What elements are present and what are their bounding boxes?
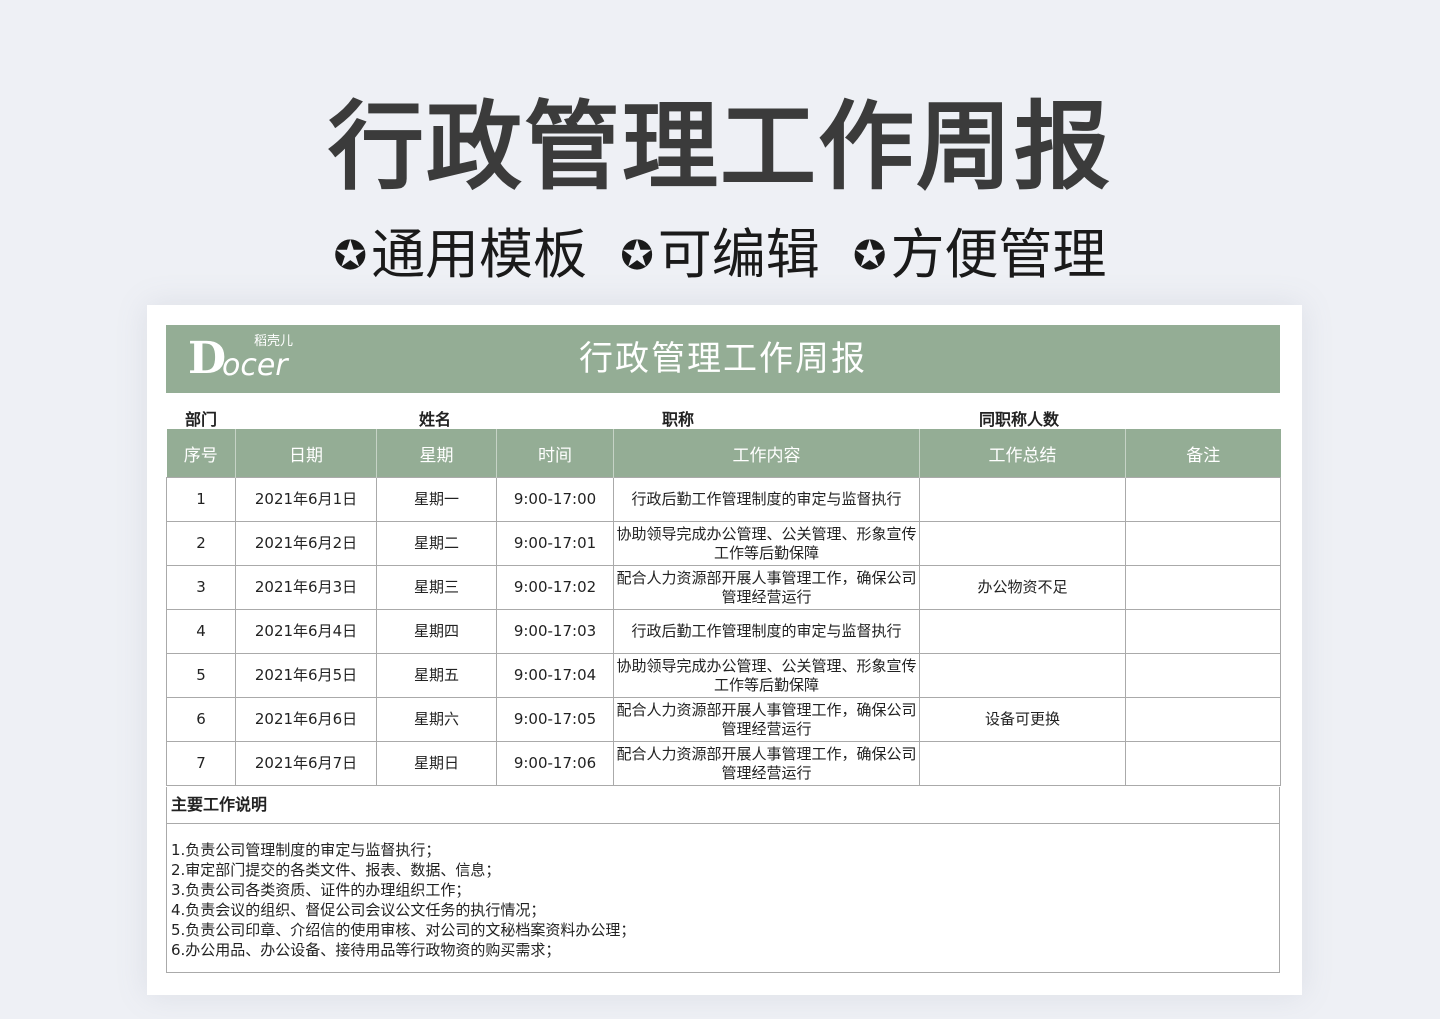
table-row: 6 2021年6月6日 星期六 9:00-17:05 配合人力资源部开展人事管理… [166, 697, 1281, 742]
sheet-title: 行政管理工作周报 [579, 339, 867, 379]
cell-no[interactable]: 7 [166, 741, 236, 786]
notes-item: 6.办公用品、办公设备、接待用品等行政物资的购买需求； [171, 941, 561, 959]
notes-list[interactable]: 1.负责公司管理制度的审定与监督执行； 2.审定部门提交的各类文件、报表、数据、… [167, 824, 1279, 960]
cell-content[interactable]: 配合人力资源部开展人事管理工作，确保公司管理经营运行 [613, 565, 920, 610]
cell-content[interactable]: 协助领导完成办公管理、公关管理、形象宣传工作等后勤保障 [613, 653, 920, 698]
cell-remark[interactable] [1125, 609, 1281, 654]
cell-content[interactable]: 配合人力资源部开展人事管理工作，确保公司管理经营运行 [613, 697, 920, 742]
notes-item: 5.负责公司印章、介绍信的使用审核、对公司的文秘档案资料办公理； [171, 921, 636, 939]
cell-content[interactable]: 协助领导完成办公管理、公关管理、形象宣传工作等后勤保障 [613, 521, 920, 566]
cell-no[interactable]: 1 [166, 477, 236, 522]
star-icon: ✪ [333, 233, 368, 279]
cell-no[interactable]: 3 [166, 565, 236, 610]
cell-time[interactable]: 9:00-17:05 [496, 697, 614, 742]
cell-time[interactable]: 9:00-17:04 [496, 653, 614, 698]
cell-no[interactable]: 4 [166, 609, 236, 654]
cell-weekday[interactable]: 星期二 [376, 521, 497, 566]
notes-item: 3.负责公司各类资质、证件的办理组织工作； [171, 881, 471, 899]
cell-date[interactable]: 2021年6月1日 [235, 477, 377, 522]
cell-date[interactable]: 2021年6月2日 [235, 521, 377, 566]
col-header: 工作内容 [613, 429, 920, 478]
col-header: 序号 [166, 429, 236, 478]
cell-weekday[interactable]: 星期一 [376, 477, 497, 522]
feature-label: 方便管理 [890, 223, 1107, 286]
cell-weekday[interactable]: 星期四 [376, 609, 497, 654]
cell-remark[interactable] [1125, 521, 1281, 566]
meta-dept-label: 部门 [185, 410, 218, 429]
cell-date[interactable]: 2021年6月5日 [235, 653, 377, 698]
meta-count-label: 同职称人数 [979, 410, 1060, 429]
notes-item: 2.审定部门提交的各类文件、报表、数据、信息； [171, 861, 501, 879]
cell-weekday[interactable]: 星期日 [376, 741, 497, 786]
col-header: 时间 [496, 429, 614, 478]
meta-position-label: 职称 [662, 410, 695, 429]
cell-remark[interactable] [1125, 477, 1281, 522]
cell-time[interactable]: 9:00-17:06 [496, 741, 614, 786]
notes-heading: 主要工作说明 [167, 787, 1279, 824]
cell-date[interactable]: 2021年6月4日 [235, 609, 377, 654]
feature-label: 通用模板 [371, 223, 588, 286]
cell-content[interactable]: 配合人力资源部开展人事管理工作，确保公司管理经营运行 [613, 741, 920, 786]
notes-item: 1.负责公司管理制度的审定与监督执行； [171, 841, 441, 859]
notes-item: 4.负责会议的组织、督促公司会议公文任务的执行情况； [171, 901, 546, 919]
col-header: 备注 [1125, 429, 1281, 478]
table-row: 7 2021年6月7日 星期日 9:00-17:06 配合人力资源部开展人事管理… [166, 741, 1281, 786]
work-notes: 主要工作说明 1.负责公司管理制度的审定与监督执行； 2.审定部门提交的各类文件… [166, 787, 1280, 973]
star-icon: ✪ [620, 233, 654, 279]
table-header-row: 序号 日期 星期 时间 工作内容 工作总结 备注 [166, 429, 1281, 478]
sheet-banner: D ocer 稻壳儿 行政管理工作周报 [166, 325, 1280, 393]
cell-time[interactable]: 9:00-17:01 [496, 521, 614, 566]
spreadsheet-preview: D ocer 稻壳儿 行政管理工作周报 部门 姓名 职称 同职称人数 序号 日期… [147, 305, 1302, 995]
star-icon: ✪ [852, 233, 887, 279]
feature-item: ✪方便管理 [853, 222, 1107, 289]
table-row: 2 2021年6月2日 星期二 9:00-17:01 协助领导完成办公管理、公关… [166, 521, 1281, 566]
table-row: 3 2021年6月3日 星期三 9:00-17:02 配合人力资源部开展人事管理… [166, 565, 1281, 610]
cell-time[interactable]: 9:00-17:00 [496, 477, 614, 522]
col-header: 日期 [235, 429, 377, 478]
cell-date[interactable]: 2021年6月6日 [235, 697, 377, 742]
feature-item: ✪通用模板 [334, 222, 588, 289]
col-header: 工作总结 [919, 429, 1126, 478]
table-row: 1 2021年6月1日 星期一 9:00-17:00 行政后勤工作管理制度的审定… [166, 477, 1281, 522]
cell-remark[interactable] [1125, 653, 1281, 698]
cell-summary[interactable] [919, 521, 1126, 566]
cell-summary[interactable] [919, 741, 1126, 786]
cell-content[interactable]: 行政后勤工作管理制度的审定与监督执行 [613, 477, 920, 522]
cell-date[interactable]: 2021年6月3日 [235, 565, 377, 610]
cell-summary[interactable]: 办公物资不足 [919, 565, 1126, 610]
cell-weekday[interactable]: 星期五 [376, 653, 497, 698]
feature-list: ✪通用模板 ✪可编辑 ✪方便管理 [0, 222, 1440, 289]
cell-weekday[interactable]: 星期三 [376, 565, 497, 610]
hero-title: 行政管理工作周报 [328, 91, 1112, 203]
feature-item: ✪可编辑 [620, 222, 820, 289]
cell-summary[interactable] [919, 609, 1126, 654]
cell-summary[interactable]: 设备可更换 [919, 697, 1126, 742]
cell-remark[interactable] [1125, 565, 1281, 610]
table-row: 4 2021年6月4日 星期四 9:00-17:03 行政后勤工作管理制度的审定… [166, 609, 1281, 654]
cell-no[interactable]: 2 [166, 521, 236, 566]
cell-no[interactable]: 5 [166, 653, 236, 698]
cell-time[interactable]: 9:00-17:02 [496, 565, 614, 610]
cell-summary[interactable] [919, 477, 1126, 522]
cell-date[interactable]: 2021年6月7日 [235, 741, 377, 786]
cell-time[interactable]: 9:00-17:03 [496, 609, 614, 654]
cell-remark[interactable] [1125, 697, 1281, 742]
cell-weekday[interactable]: 星期六 [376, 697, 497, 742]
table-row: 5 2021年6月5日 星期五 9:00-17:04 协助领导完成办公管理、公关… [166, 653, 1281, 698]
feature-label: 可编辑 [657, 223, 820, 286]
col-header: 星期 [376, 429, 497, 478]
cell-content[interactable]: 行政后勤工作管理制度的审定与监督执行 [613, 609, 920, 654]
weekly-table: 序号 日期 星期 时间 工作内容 工作总结 备注 1 2021年6月1日 星期一… [166, 429, 1281, 786]
meta-name-label: 姓名 [419, 410, 452, 429]
cell-summary[interactable] [919, 653, 1126, 698]
cell-no[interactable]: 6 [166, 697, 236, 742]
cell-remark[interactable] [1125, 741, 1281, 786]
